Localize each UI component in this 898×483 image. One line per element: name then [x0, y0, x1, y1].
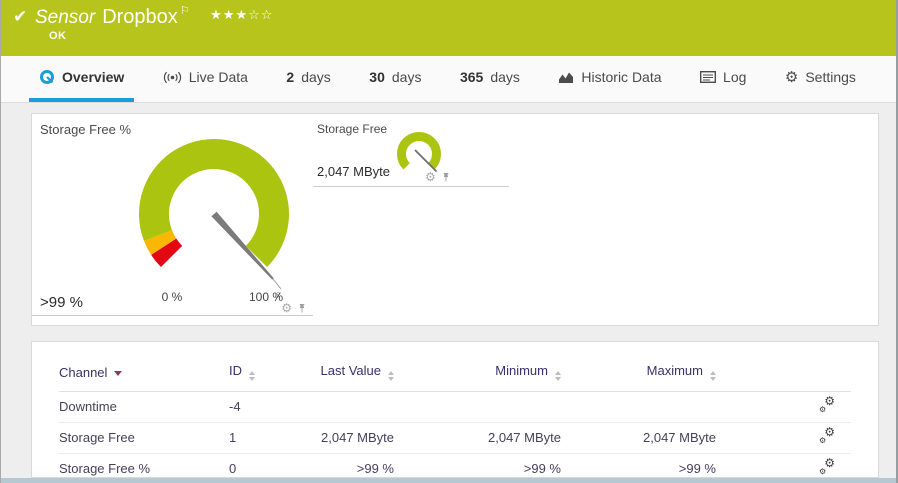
gauge-icon [39, 69, 55, 85]
gauges-panel: Storage Free % x̄ 0 % 100 % >99 % ⚙ [31, 113, 879, 326]
live-signal-icon [163, 71, 182, 84]
tab-label: days [301, 69, 331, 85]
maximum-cell: 2,047 MByte [561, 423, 716, 454]
gauge-title: Storage Free [317, 122, 387, 136]
tab-label: Log [723, 69, 746, 85]
gauge-value: 2,047 MByte [317, 164, 390, 179]
minimum-cell [394, 392, 561, 423]
tab-365-days[interactable]: 365 days [450, 56, 530, 102]
column-header-channel[interactable]: Channel [59, 360, 229, 392]
channel-name-cell: Downtime [59, 392, 229, 423]
gauge-tools: ⚙ [281, 302, 307, 314]
sensor-status-badge: OK [49, 30, 67, 42]
gauge-scale-min: 0 % [156, 290, 188, 304]
tab-settings[interactable]: ⚙ Settings [775, 56, 866, 102]
minimum-cell: 2,047 MByte [394, 423, 561, 454]
log-list-icon [700, 71, 716, 83]
table-row-storage-free: Storage Free 1 2,047 MByte 2,047 MByte 2… [59, 423, 851, 454]
table-header-row: Channel ID Last Value Minimum Maximum [59, 360, 851, 392]
channels-panel: Channel ID Last Value Minimum Maximum Do… [31, 341, 879, 478]
area-chart-icon [558, 71, 574, 84]
column-header-maximum[interactable]: Maximum [561, 360, 716, 392]
tab-label: Historic Data [581, 69, 661, 85]
gauge-tile-storage-free-pct[interactable]: Storage Free % x̄ 0 % 100 % >99 % ⚙ [32, 114, 313, 316]
table-row-downtime: Downtime -4 ⚙⚙ [59, 392, 851, 423]
tab-label: Settings [805, 69, 856, 85]
tab-live-data[interactable]: Live Data [153, 56, 258, 102]
object-type-label: Sensor [35, 7, 95, 28]
maximum-cell [561, 392, 716, 423]
tab-label: Live Data [189, 69, 248, 85]
pin-icon[interactable] [297, 303, 307, 314]
edit-channel-icon[interactable]: ⚙⚙ [819, 398, 835, 412]
actions-cell: ⚙⚙ [716, 392, 851, 423]
gear-icon: ⚙ [785, 70, 798, 85]
pin-icon[interactable] [441, 172, 451, 183]
edit-channel-icon[interactable]: ⚙⚙ [819, 429, 835, 443]
tab-bar: Overview Live Data 2 days 30 days 365 da… [1, 56, 896, 103]
storage-free-pct-gauge: x̄ [102, 114, 332, 300]
overview-content: Storage Free % x̄ 0 % 100 % >99 % ⚙ [1, 103, 896, 478]
tab-2-days[interactable]: 2 days [276, 56, 340, 102]
tab-log[interactable]: Log [690, 56, 756, 102]
status-ok-check-icon: ✔ [13, 7, 27, 27]
column-header-id[interactable]: ID [229, 360, 294, 392]
column-header-actions [716, 360, 851, 392]
sort-icon [388, 371, 394, 381]
sort-icon [249, 371, 255, 381]
stars-filled: ★★★ [210, 7, 248, 22]
tab-number: 30 [369, 69, 385, 85]
actions-cell: ⚙⚙ [716, 423, 851, 454]
tab-30-days[interactable]: 30 days [359, 56, 431, 102]
column-header-last-value[interactable]: Last Value [294, 360, 394, 392]
channel-name-cell: Storage Free [59, 423, 229, 454]
sensor-header: ✔ Sensor Dropbox⚐ ★★★☆☆ OK [1, 0, 896, 56]
tab-label: days [490, 69, 520, 85]
sensor-name: Dropbox [102, 6, 178, 28]
tab-label: days [392, 69, 422, 85]
gauge-tile-storage-free[interactable]: Storage Free 2,047 MByte ⚙ [313, 114, 509, 187]
column-header-minimum[interactable]: Minimum [394, 360, 561, 392]
gauge-tools: ⚙ [425, 171, 451, 183]
priority-stars[interactable]: ★★★☆☆ [210, 7, 273, 22]
stars-empty: ☆☆ [248, 7, 273, 22]
channel-id-cell: -4 [229, 392, 294, 423]
channels-table: Channel ID Last Value Minimum Maximum Do… [59, 360, 851, 483]
channel-id-cell: 1 [229, 423, 294, 454]
tab-number: 365 [460, 69, 483, 85]
prtg-sensor-window: ✔ Sensor Dropbox⚐ ★★★☆☆ OK Overview Live … [0, 0, 898, 483]
flag-icon[interactable]: ⚐ [180, 5, 190, 17]
sort-icon [710, 371, 716, 381]
gauge-value: >99 % [40, 294, 83, 311]
sort-desc-icon [114, 371, 122, 376]
gear-icon[interactable]: ⚙ [281, 302, 292, 314]
gear-icon[interactable]: ⚙ [425, 171, 436, 183]
tab-overview[interactable]: Overview [29, 56, 134, 102]
last-value-cell [294, 392, 394, 423]
edit-channel-icon[interactable]: ⚙⚙ [819, 460, 835, 474]
window-bottom-edge [1, 478, 896, 483]
tab-historic-data[interactable]: Historic Data [548, 56, 671, 102]
sort-icon [555, 371, 561, 381]
sensor-title: Sensor Dropbox⚐ ★★★☆☆ [35, 4, 273, 29]
tab-number: 2 [286, 69, 294, 85]
last-value-cell: 2,047 MByte [294, 423, 394, 454]
tab-label: Overview [62, 69, 124, 85]
